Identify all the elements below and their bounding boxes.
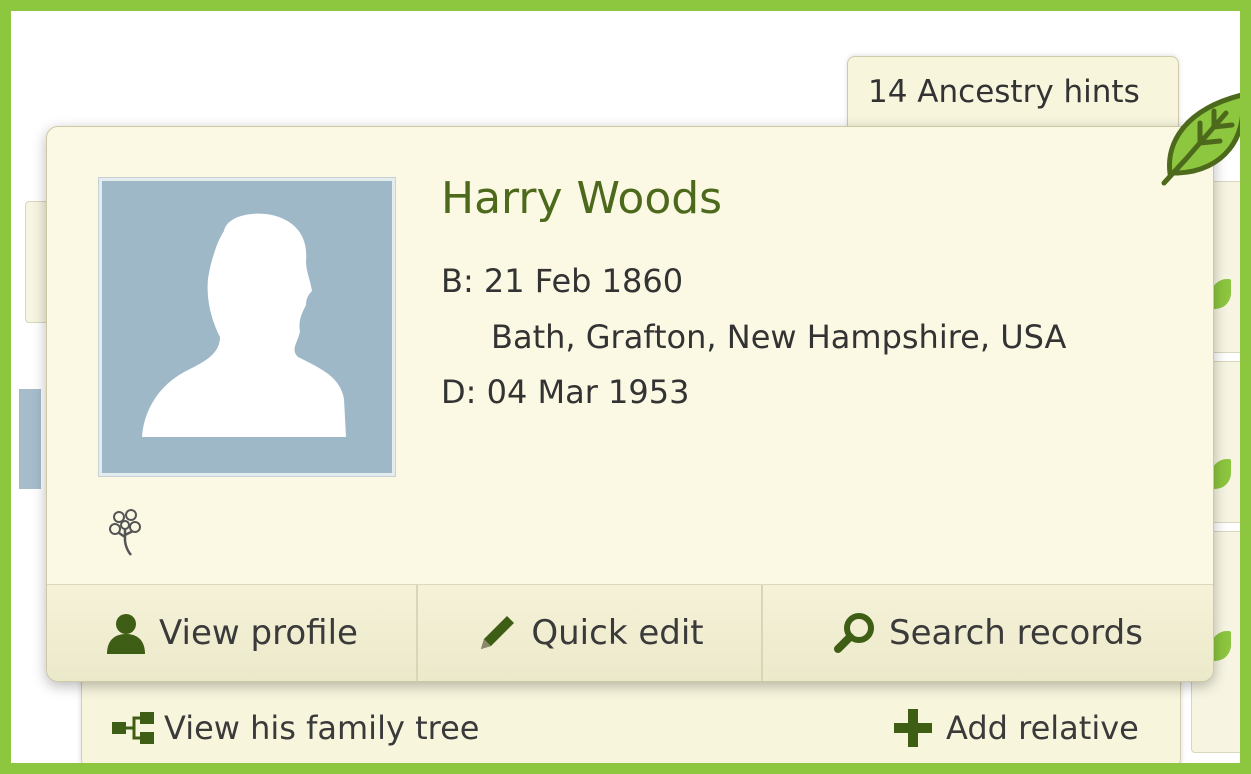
profile-photo-placeholder[interactable]	[99, 178, 395, 476]
view-profile-button[interactable]: View profile	[47, 585, 416, 681]
birth-date: B: 21 Feb 1860	[441, 262, 684, 300]
view-family-tree-button[interactable]: View his family tree	[110, 708, 479, 748]
plus-icon	[894, 709, 932, 747]
tree-icon	[109, 509, 141, 556]
family-tree-icon	[112, 712, 154, 744]
person-card: Harry Woods B: 21 Feb 1860 Bath, Grafton…	[46, 126, 1214, 682]
card-actions: View profile Quick edit Search records	[47, 584, 1213, 681]
add-relative-label: Add relative	[946, 709, 1139, 747]
bottom-action-bar: View his family tree Add relative	[81, 671, 1181, 763]
add-relative-button[interactable]: Add relative	[892, 708, 1139, 748]
app-frame: View his family tree Add relative 14 Anc…	[0, 0, 1251, 774]
birth-place: Bath, Grafton, New Hampshire, USA	[491, 318, 1067, 356]
death-date: D: 04 Mar 1953	[441, 373, 690, 411]
background-photo	[19, 389, 41, 489]
quick-edit-button[interactable]: Quick edit	[416, 585, 761, 681]
ancestry-hints-tab[interactable]: 14 Ancestry hints	[847, 56, 1179, 136]
search-records-button[interactable]: Search records	[761, 585, 1213, 681]
view-profile-label: View profile	[159, 613, 358, 653]
ancestry-hints-label: 14 Ancestry hints	[868, 74, 1140, 110]
person-silhouette-icon	[142, 213, 346, 437]
quick-edit-label: Quick edit	[531, 613, 704, 653]
pencil-icon	[481, 616, 515, 649]
person-icon	[107, 614, 146, 654]
magnifier-icon	[834, 613, 875, 653]
view-family-tree-label: View his family tree	[164, 709, 480, 747]
search-records-label: Search records	[889, 613, 1143, 653]
person-name[interactable]: Harry Woods	[441, 173, 722, 224]
leaf-icon[interactable]	[1156, 87, 1251, 187]
